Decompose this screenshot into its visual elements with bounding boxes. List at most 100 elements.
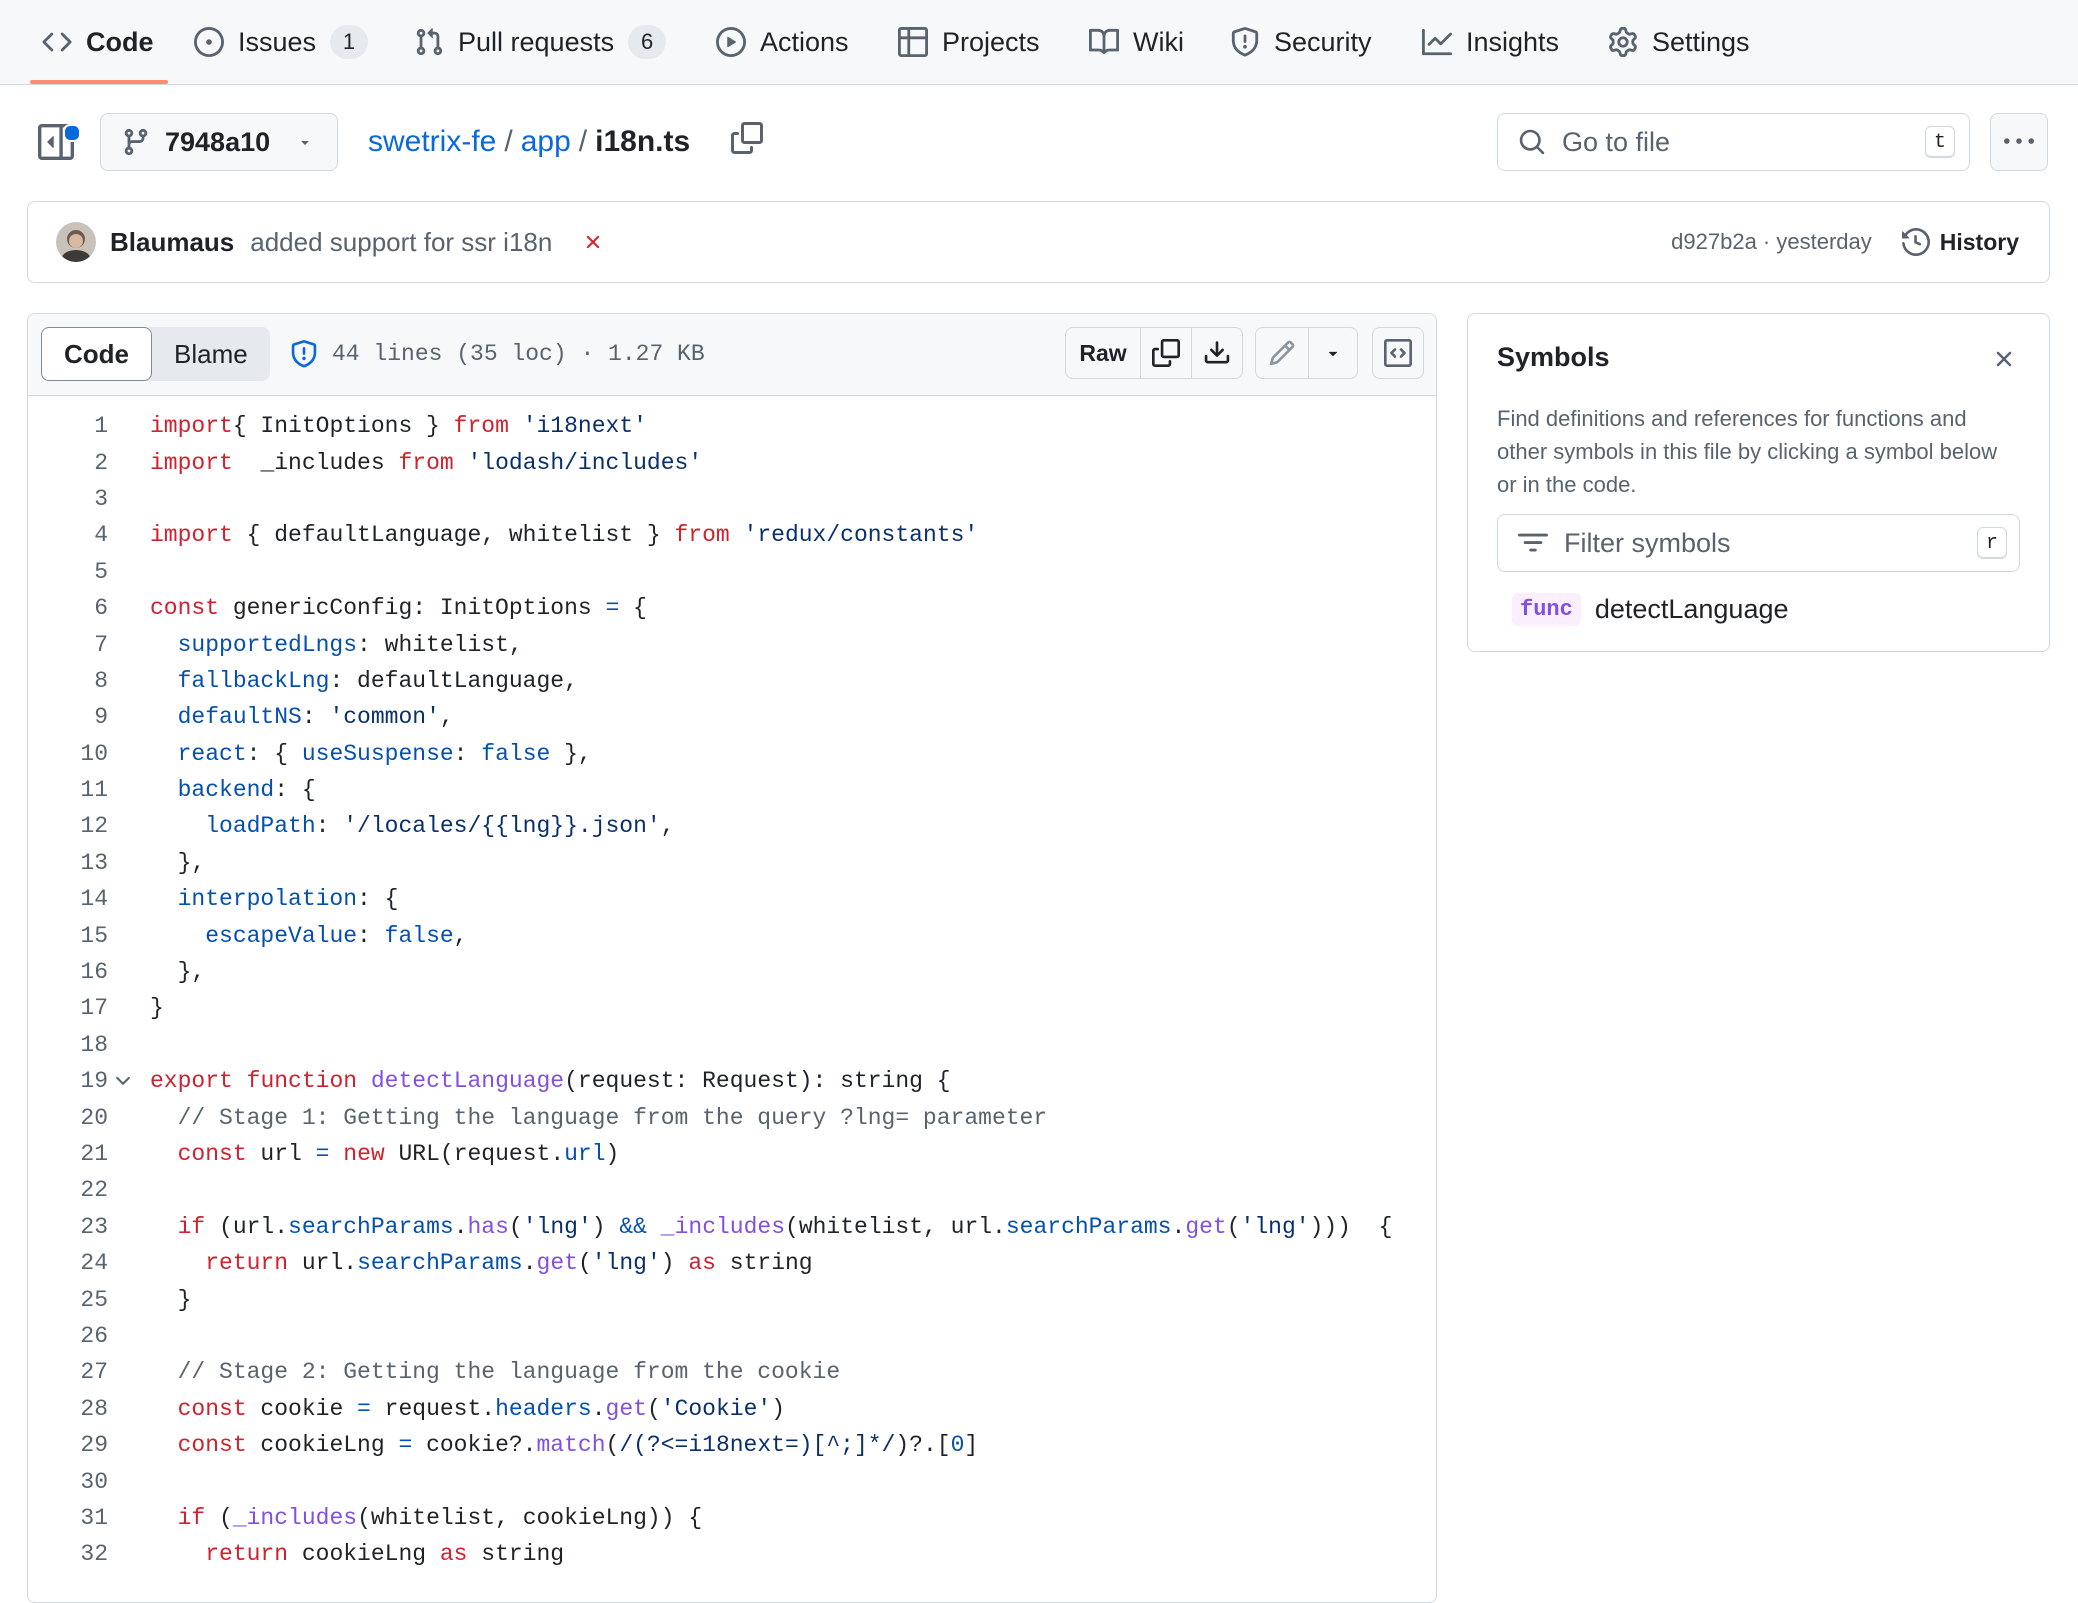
code-line[interactable]: 3 [28, 481, 1436, 517]
code-line[interactable]: 17} [28, 990, 1436, 1026]
copy-raw-button[interactable] [1141, 328, 1192, 378]
code-line[interactable]: 10 react: { useSuspense: false }, [28, 736, 1436, 772]
code-line[interactable]: 25 } [28, 1281, 1436, 1317]
code-line[interactable]: 30 [28, 1463, 1436, 1499]
code-line[interactable]: 24 return url.searchParams.get('lng') as… [28, 1245, 1436, 1281]
line-number[interactable]: 21 [28, 1141, 108, 1167]
code-line[interactable]: 21 const url = new URL(request.url) [28, 1136, 1436, 1172]
line-number[interactable]: 8 [28, 668, 108, 694]
code-line[interactable]: 31 if (_includes(whitelist, cookieLng)) … [28, 1500, 1436, 1536]
edit-file-button[interactable] [1256, 328, 1309, 378]
tab-pull-requests[interactable]: Pull requests 6 [414, 0, 667, 84]
filter-symbols-field[interactable]: r [1497, 514, 2020, 572]
line-number[interactable]: 11 [28, 777, 108, 803]
code-line[interactable]: 13 }, [28, 845, 1436, 881]
breadcrumb-repo-link[interactable]: swetrix-fe [368, 125, 496, 159]
close-icon[interactable] [1991, 346, 2017, 372]
tab-code-view[interactable]: Code [41, 327, 152, 381]
code-line[interactable]: 2 import _includes from 'lodash/includes' [28, 444, 1436, 480]
line-number[interactable]: 1 [28, 413, 108, 439]
line-number[interactable]: 13 [28, 850, 108, 876]
line-number[interactable]: 4 [28, 522, 108, 548]
tab-wiki[interactable]: Wiki [1089, 0, 1184, 84]
code-line[interactable]: 1 import{ InitOptions } from 'i18next' [28, 408, 1436, 444]
code-line[interactable]: 9 defaultNS: 'common', [28, 699, 1436, 735]
code-line[interactable]: 16 }, [28, 954, 1436, 990]
code-line[interactable]: 20 // Stage 1: Getting the language from… [28, 1099, 1436, 1135]
chevron-down-icon[interactable] [112, 1070, 134, 1092]
line-number[interactable]: 9 [28, 704, 108, 730]
commit-sha-time[interactable]: d927b2a · yesterday [1671, 229, 1872, 255]
code-line[interactable]: 32 return cookieLng as string [28, 1536, 1436, 1572]
line-number[interactable]: 3 [28, 486, 108, 512]
line-number[interactable]: 10 [28, 741, 108, 767]
code-line[interactable]: 11 backend: { [28, 772, 1436, 808]
code-line[interactable]: 15 escapeValue: false, [28, 917, 1436, 953]
line-number[interactable]: 5 [28, 559, 108, 585]
line-number[interactable]: 7 [28, 632, 108, 658]
line-number[interactable]: 31 [28, 1505, 108, 1531]
symbol-item[interactable]: func detectLanguage [1512, 588, 1789, 630]
copy-path-button[interactable] [731, 122, 763, 156]
code-line[interactable]: 14 interpolation: { [28, 881, 1436, 917]
code-line[interactable]: 5 [28, 554, 1436, 590]
line-number[interactable]: 24 [28, 1250, 108, 1276]
line-number[interactable]: 6 [28, 595, 108, 621]
tab-code[interactable]: Code [30, 0, 167, 84]
raw-button[interactable]: Raw [1066, 328, 1141, 378]
symbols-panel-button[interactable] [1373, 328, 1423, 378]
code-line[interactable]: 19 export function detectLanguage(request… [28, 1063, 1436, 1099]
line-number[interactable]: 18 [28, 1032, 108, 1058]
edit-dropdown-button[interactable] [1309, 328, 1357, 378]
code-line[interactable]: 7 supportedLngs: whitelist, [28, 626, 1436, 662]
download-button[interactable] [1192, 328, 1242, 378]
code-line[interactable]: 4 import { defaultLanguage, whitelist } f… [28, 517, 1436, 553]
code-line[interactable]: 23 if (url.searchParams.has('lng') && _i… [28, 1209, 1436, 1245]
commit-message[interactable]: added support for ssr i18n [250, 227, 552, 258]
tab-projects[interactable]: Projects [898, 0, 1040, 84]
line-number[interactable]: 28 [28, 1396, 108, 1422]
line-number[interactable]: 30 [28, 1469, 108, 1495]
tab-issues[interactable]: Issues 1 [194, 0, 369, 84]
line-number[interactable]: 14 [28, 886, 108, 912]
line-number[interactable]: 2 [28, 450, 108, 476]
more-options-button[interactable] [1990, 113, 2048, 171]
line-number[interactable]: 25 [28, 1287, 108, 1313]
avatar[interactable] [56, 222, 96, 262]
line-number[interactable]: 12 [28, 813, 108, 839]
line-number[interactable]: 27 [28, 1359, 108, 1385]
line-number[interactable]: 22 [28, 1177, 108, 1203]
code-line[interactable]: 29 const cookieLng = cookie?.match(/(?<=… [28, 1427, 1436, 1463]
filter-symbols-input[interactable] [1564, 527, 1944, 559]
code-line[interactable]: 28 const cookie = request.headers.get('C… [28, 1391, 1436, 1427]
code-line[interactable]: 26 [28, 1318, 1436, 1354]
code-line[interactable]: 22 [28, 1172, 1436, 1208]
line-number[interactable]: 23 [28, 1214, 108, 1240]
tab-settings[interactable]: Settings [1608, 0, 1750, 84]
tab-insights[interactable]: Insights [1422, 0, 1559, 84]
history-button[interactable]: History [1901, 228, 2019, 256]
line-number[interactable]: 15 [28, 923, 108, 949]
line-number[interactable]: 26 [28, 1323, 108, 1349]
code-line[interactable]: 8 fallbackLng: defaultLanguage, [28, 663, 1436, 699]
go-to-file-input[interactable] [1562, 126, 1902, 158]
go-to-file-search[interactable]: t [1497, 113, 1970, 171]
code-line[interactable]: 18 [28, 1027, 1436, 1063]
line-number[interactable]: 29 [28, 1432, 108, 1458]
line-number[interactable]: 20 [28, 1105, 108, 1131]
code-line[interactable]: 6 const genericConfig: InitOptions = { [28, 590, 1436, 626]
tab-blame-view[interactable]: Blame [152, 327, 270, 381]
tab-security[interactable]: Security [1230, 0, 1372, 84]
shield-check-icon[interactable] [290, 340, 318, 368]
branch-selector-button[interactable]: 7948a10 [100, 113, 338, 171]
line-number[interactable]: 19 [28, 1068, 108, 1094]
code-line[interactable]: 27 // Stage 2: Getting the language from… [28, 1354, 1436, 1390]
x-icon[interactable] [582, 231, 604, 253]
code-line[interactable]: 12 loadPath: '/locales/{{lng}}.json', [28, 808, 1436, 844]
commit-author[interactable]: Blaumaus [110, 227, 234, 258]
breadcrumb-dir-link[interactable]: app [521, 125, 571, 159]
line-number[interactable]: 16 [28, 959, 108, 985]
line-number[interactable]: 32 [28, 1541, 108, 1567]
tab-actions[interactable]: Actions [716, 0, 849, 84]
line-number[interactable]: 17 [28, 995, 108, 1021]
